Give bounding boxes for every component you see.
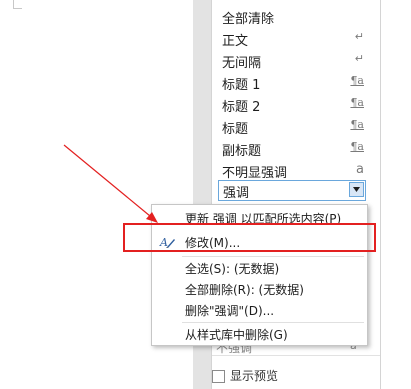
style-item-label: 标题 xyxy=(222,122,249,137)
menu-item-label: 删除"强调"(D)... xyxy=(185,304,275,318)
chevron-down-icon xyxy=(353,187,360,192)
style-item-label: 无间隔 xyxy=(222,56,262,71)
style-item-subtitle[interactable]: 副标题 ¶a xyxy=(212,137,380,159)
linked-style-icon: ¶a xyxy=(350,118,364,131)
style-item-label: 不明显强调 xyxy=(222,166,288,181)
style-item-heading-2[interactable]: 标题 2 ¶a xyxy=(212,93,380,115)
pane-divider xyxy=(212,355,380,356)
page-corner-mark-vertical xyxy=(13,0,14,9)
style-item-label: 全部清除 xyxy=(222,12,275,27)
style-item-label: 强调 xyxy=(223,186,250,201)
paragraph-mark-icon: ↵ xyxy=(354,52,364,65)
style-item-subtle-emphasis[interactable]: 不明显强调 a xyxy=(212,159,380,181)
linked-style-icon: ¶a xyxy=(350,96,364,109)
style-dropdown-button[interactable] xyxy=(349,182,364,197)
show-preview-checkbox[interactable] xyxy=(212,370,225,383)
menu-item-delete-all[interactable]: 全部删除(R): (无数据) xyxy=(152,278,367,300)
menu-item-label: 全选(S): (无数据) xyxy=(185,262,280,276)
menu-item-remove-from-gallery[interactable]: 从样式库中删除(G) xyxy=(152,323,367,345)
style-item-clear-all[interactable]: 全部清除 xyxy=(212,5,380,27)
linked-style-icon: ¶a xyxy=(350,140,364,153)
menu-item-label: 全部删除(R): (无数据) xyxy=(185,283,304,297)
style-item-no-spacing[interactable]: 无间隔 ↵ xyxy=(212,49,380,71)
style-item-title[interactable]: 标题 ¶a xyxy=(212,115,380,137)
style-item-heading-1[interactable]: 标题 1 ¶a xyxy=(212,71,380,93)
paragraph-mark-icon: ↵ xyxy=(354,30,364,43)
style-item-emphasis-selected[interactable]: 强调 xyxy=(218,180,366,201)
page-corner-mark xyxy=(13,8,22,9)
show-preview-label: 显示预览 xyxy=(230,369,279,383)
style-item-label: 副标题 xyxy=(222,144,262,159)
menu-item-label: 从样式库中删除(G) xyxy=(185,328,288,342)
menu-item-delete-style[interactable]: 删除"强调"(D)... xyxy=(152,299,367,321)
annotation-highlight-box xyxy=(123,223,376,252)
menu-item-select-all[interactable]: 全选(S): (无数据) xyxy=(152,257,367,279)
style-item-label: 标题 1 xyxy=(222,78,261,93)
style-item-label: 标题 2 xyxy=(222,100,261,115)
linked-style-icon: ¶a xyxy=(350,74,364,87)
style-item-normal[interactable]: 正文 ↵ xyxy=(212,27,380,49)
character-style-icon: a xyxy=(356,162,364,177)
style-item-label: 正文 xyxy=(222,34,249,49)
